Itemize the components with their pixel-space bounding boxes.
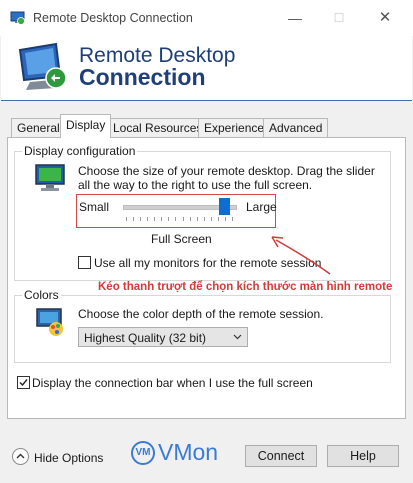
slider-tick [217,217,219,221]
header-title-line2: Connection [79,64,206,90]
tab-local-resources[interactable]: Local Resources [107,118,209,137]
hide-options-button[interactable] [12,448,29,465]
minimize-button[interactable]: — [274,4,316,32]
display-configuration-legend: Display configuration [22,144,138,158]
display-size-slider-thumb[interactable] [218,198,230,215]
remote-desktop-logo-icon [18,42,67,90]
tab-general[interactable]: General [11,118,66,137]
slider-tick [203,217,205,221]
connection-bar-label: Display the connection bar when I use th… [32,376,313,390]
slider-tick [182,217,184,221]
chevron-down-icon [233,334,242,340]
slider-tick [196,217,198,221]
close-button[interactable]: ✕ [364,4,406,32]
colors-legend: Colors [22,288,61,302]
color-palette-icon [36,308,63,336]
remote-desktop-app-icon [10,11,25,25]
color-depth-value: Highest Quality (32 bit) [84,331,207,345]
slider-tick [126,217,127,221]
colors-description: Choose the color depth of the remote ses… [78,307,324,321]
all-monitors-checkbox[interactable] [78,256,91,269]
window-title: Remote Desktop Connection [33,11,193,25]
slider-tick [232,217,233,221]
checkmark-icon [19,379,28,387]
annotation-arrow-icon [271,236,331,275]
slider-small-label: Small [79,200,110,214]
header-divider [1,100,412,101]
slider-tick [154,217,156,221]
slider-tick [147,217,149,221]
slider-tick [224,217,226,221]
slider-tick [175,217,177,221]
connect-button[interactable]: Connect [245,445,317,467]
slider-large-label: Large [246,200,277,214]
chevron-up-icon [16,453,25,459]
annotation-text: Kéo thanh trượt để chọn kích thước màn h… [98,281,393,293]
monitor-display-icon [35,164,65,191]
slider-tick [161,217,163,221]
tab-advanced[interactable]: Advanced [263,118,329,137]
maximize-button[interactable]: ☐ [318,4,360,32]
slider-value-label: Full Screen [151,232,212,246]
connection-bar-checkbox[interactable] [17,376,30,389]
slider-tick [140,217,142,221]
slider-tick [189,217,191,221]
slider-tick [168,217,170,221]
vmon-logo-text: VMon [158,439,219,465]
color-depth-select[interactable]: Highest Quality (32 bit) [78,327,248,347]
display-configuration-description: Choose the size of your remote desktop. … [78,164,375,192]
help-button[interactable]: Help [327,445,399,467]
tab-experience[interactable]: Experience [198,118,271,137]
slider-tick [210,217,212,221]
tab-display[interactable]: Display [60,114,112,138]
hide-options-label[interactable]: Hide Options [34,451,103,465]
slider-tick [133,217,135,221]
vmon-logo-badge: VM [131,441,155,465]
